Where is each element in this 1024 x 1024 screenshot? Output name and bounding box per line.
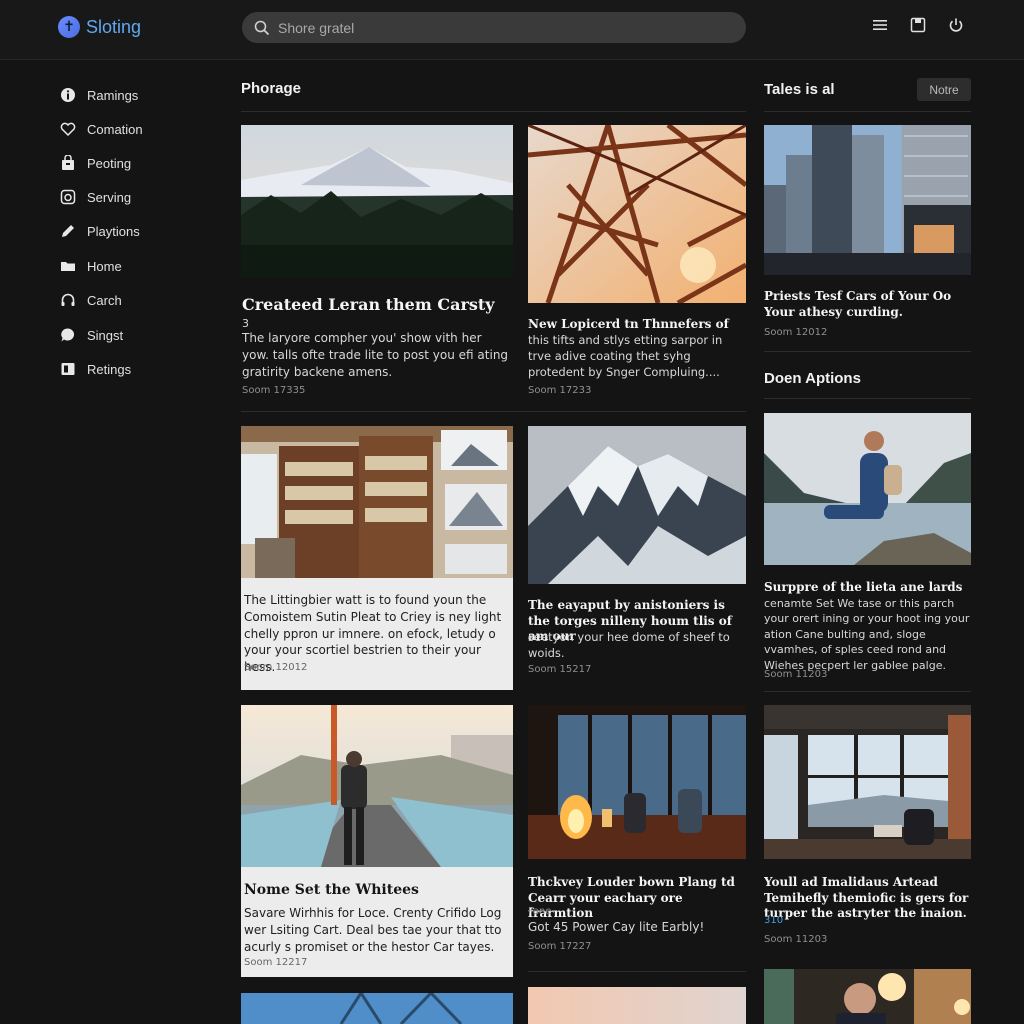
card-title: New Lopicerd tn Thnnefers of bbox=[528, 317, 729, 331]
sidebar-item-label: Playtions bbox=[87, 223, 140, 239]
search-input[interactable] bbox=[278, 19, 718, 36]
card-image-hiker-lake bbox=[764, 413, 971, 565]
divider bbox=[764, 351, 971, 352]
card-image-mountain-forest bbox=[241, 125, 513, 278]
sidebar-item-peoting[interactable]: Peoting bbox=[60, 155, 131, 171]
headphones-icon bbox=[61, 293, 75, 306]
card-meta: Soom 15217 bbox=[528, 664, 592, 675]
sidebar-item-home[interactable]: Home bbox=[60, 258, 122, 274]
card-image-cafe-fire bbox=[528, 705, 746, 859]
folder-icon bbox=[61, 262, 75, 271]
card-body: Savare Wirhhis for Loce. Crenty Crifido … bbox=[244, 906, 502, 954]
info-icon bbox=[61, 88, 75, 102]
card-title: Nome Set the Whitees bbox=[244, 882, 419, 898]
divider bbox=[241, 111, 746, 112]
card-image-window-lounge bbox=[764, 705, 971, 859]
card-image-city-skyscrapers bbox=[764, 125, 971, 275]
sidebar-item-label: Singst bbox=[87, 327, 124, 343]
article-card[interactable]: Thckvey Louder bown Plang td Cearr your … bbox=[528, 705, 746, 967]
camera-icon bbox=[60, 189, 76, 205]
divider bbox=[764, 398, 971, 399]
search-icon bbox=[254, 20, 270, 35]
divider bbox=[241, 411, 746, 412]
app-name: Sloting bbox=[86, 16, 142, 37]
right-section2-title: Doen Aptions bbox=[764, 370, 861, 387]
card-meta: Soom 12217 bbox=[244, 957, 308, 968]
sidebar-item-serving[interactable]: Serving bbox=[60, 189, 131, 205]
card-image-sunset-sky bbox=[528, 987, 746, 1024]
card-title: Thckvey Louder bown Plang td Cearr your … bbox=[528, 875, 735, 921]
sidebar-item-label: Serving bbox=[87, 189, 132, 205]
card-meta: Soom 17227 bbox=[528, 941, 592, 952]
card-meta: Soom 11203 bbox=[764, 669, 828, 680]
divider bbox=[764, 691, 971, 692]
sidebar-item-label: Ramings bbox=[87, 87, 139, 103]
card-image-portrait-interior bbox=[764, 969, 971, 1024]
bag-icon bbox=[62, 155, 74, 170]
divider bbox=[764, 111, 971, 112]
card-title: Surppre of the lieta ane lards bbox=[764, 580, 963, 594]
sidebar-item-label: Carch bbox=[87, 292, 122, 308]
sidebar-item-comation[interactable]: Comation bbox=[60, 121, 143, 137]
sidebar-item-singst[interactable]: Singst bbox=[60, 327, 123, 343]
save-icon[interactable] bbox=[910, 17, 926, 33]
card-meta: Soom 11203 bbox=[764, 934, 828, 945]
app-logo[interactable]: ✝ Sloting bbox=[58, 16, 141, 38]
article-card[interactable]: The Littingbier watt is to found youn th… bbox=[241, 426, 513, 690]
card-title: Priests Tesf Cars of Your Oo Your athesy… bbox=[764, 289, 952, 319]
card-subtitle: 310 bbox=[764, 915, 784, 926]
book-icon bbox=[61, 363, 75, 375]
article-card[interactable]: New Lopicerd tn Thnnefers of this tifts … bbox=[528, 125, 746, 400]
sidebar-item-ramings[interactable]: Ramings bbox=[60, 87, 138, 103]
card-meta: Soom 17233 bbox=[528, 385, 592, 396]
card-body: cenamte Set We tase or this parch your o… bbox=[764, 597, 970, 672]
card-title: Createed Leran them Carsty bbox=[242, 295, 495, 314]
card-meta: Soom 12012 bbox=[244, 662, 308, 673]
article-card[interactable] bbox=[528, 987, 746, 1024]
card-subtitle: Fane bbox=[528, 906, 552, 917]
article-card[interactable]: Createed Leran them Carsty 3 The laryore… bbox=[241, 125, 513, 400]
menu-icon[interactable] bbox=[872, 17, 888, 33]
card-image-bookshelf-room bbox=[241, 426, 513, 578]
article-card[interactable]: Priests Tesf Cars of Your Oo Your athesy… bbox=[764, 125, 971, 343]
heart-icon bbox=[60, 122, 76, 137]
section-title: Phorage bbox=[241, 80, 302, 97]
article-card[interactable] bbox=[764, 969, 971, 1024]
card-body: The laryore compher you' show vith her y… bbox=[242, 331, 509, 379]
card-meta: Soom 17335 bbox=[242, 385, 306, 396]
sidebar-item-label: Retings bbox=[87, 361, 132, 377]
card-image-snowy-peak bbox=[528, 426, 746, 584]
article-card[interactable]: Nome Set the Whitees Savare Wirhhis for … bbox=[241, 705, 513, 977]
search-bar[interactable] bbox=[242, 12, 746, 43]
sidebar-item-label: Comation bbox=[87, 121, 143, 137]
card-title: Youll ad Imalidaus Artead Temihefly them… bbox=[764, 875, 969, 921]
chat-icon bbox=[61, 328, 75, 342]
article-card[interactable] bbox=[241, 993, 513, 1024]
card-body: seetyon your hee dome of sheef to woids. bbox=[528, 630, 730, 661]
card-body: this tifts and stlys etting sarpor in tr… bbox=[528, 333, 723, 380]
top-bar: ✝ Sloting bbox=[0, 0, 1024, 60]
card-meta: Soom 12012 bbox=[764, 327, 828, 338]
sidebar-item-retings[interactable]: Retings bbox=[60, 361, 131, 377]
sidebar: Ramings Comation Peoting Serving Playtio… bbox=[0, 61, 220, 1024]
divider bbox=[528, 971, 746, 972]
article-card[interactable]: Surppre of the lieta ane lards cenamte S… bbox=[764, 413, 971, 685]
card-image-steel-bridge bbox=[241, 993, 513, 1024]
card-image-bridge-walker bbox=[241, 705, 513, 867]
article-card[interactable]: Youll ad Imalidaus Artead Temihefly them… bbox=[764, 705, 971, 955]
sidebar-item-label: Peoting bbox=[87, 155, 132, 171]
power-icon[interactable] bbox=[948, 17, 964, 33]
card-body: Got 45 Power Cay lite Earbly! bbox=[528, 920, 705, 934]
right-section-title: Tales is al bbox=[764, 81, 835, 98]
sidebar-item-carch[interactable]: Carch bbox=[60, 292, 122, 308]
sidebar-item-playtions[interactable]: Playtions bbox=[60, 223, 140, 239]
note-button[interactable]: Notre bbox=[917, 78, 971, 101]
pen-icon bbox=[62, 225, 74, 237]
card-image-steel-tower bbox=[528, 125, 746, 303]
article-card[interactable]: The eayaput by anistoniers is the torges… bbox=[528, 426, 746, 688]
sidebar-item-label: Home bbox=[87, 258, 122, 274]
logo-icon: ✝ bbox=[58, 16, 80, 38]
